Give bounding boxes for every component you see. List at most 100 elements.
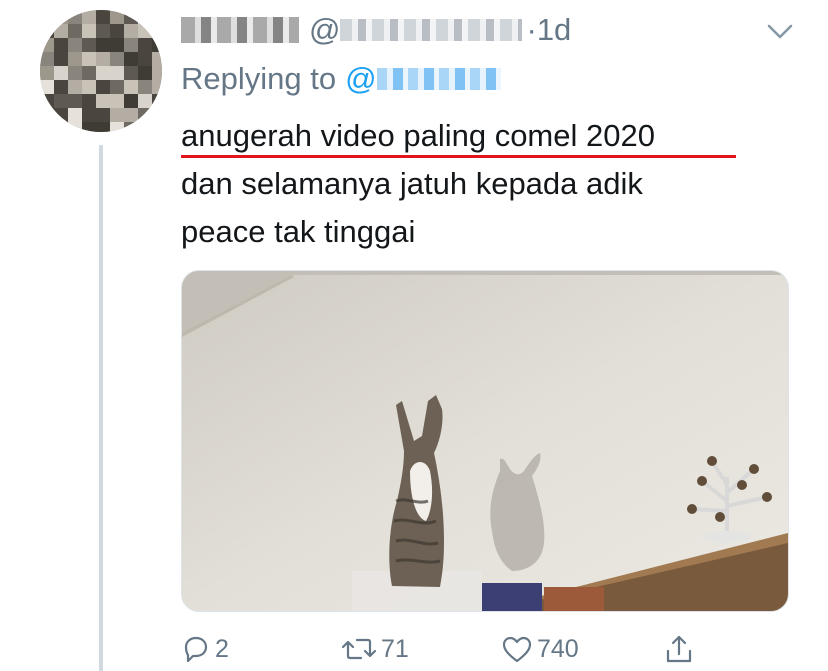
avatar-pixel xyxy=(124,94,138,108)
avatar-pixel xyxy=(110,80,124,94)
avatar-pixel xyxy=(124,80,138,94)
avatar-pixel xyxy=(110,108,124,122)
author-name-redacted[interactable] xyxy=(181,17,299,43)
avatar-pixel xyxy=(68,94,82,108)
avatar-pixel xyxy=(82,52,96,66)
avatar-pixel xyxy=(152,122,162,132)
like-count: 740 xyxy=(537,634,579,663)
avatar-pixel xyxy=(82,38,96,52)
author-handle-prefix: @ xyxy=(309,12,341,47)
avatar-pixel xyxy=(110,38,124,52)
avatar-pixel xyxy=(152,80,162,94)
avatar-pixel xyxy=(54,52,68,66)
avatar-pixel xyxy=(124,108,138,122)
avatar-pixel xyxy=(110,66,124,80)
avatar-pixel xyxy=(124,122,138,132)
retweet-button[interactable]: 71 xyxy=(341,628,409,670)
replying-label: Replying to xyxy=(181,61,337,96)
avatar-pixel xyxy=(138,66,152,80)
avatar-pixel xyxy=(54,108,68,122)
avatar-pixel xyxy=(124,10,138,24)
avatar-pixel xyxy=(152,24,162,38)
tweet-text: anugerah video paling comel 2020 dan sel… xyxy=(181,112,781,256)
avatar-pixel xyxy=(68,108,82,122)
author-handle-redacted[interactable] xyxy=(340,19,523,41)
avatar-pixel xyxy=(68,80,82,94)
avatar-pixel xyxy=(152,10,162,24)
avatar-pixel xyxy=(40,24,54,38)
avatar-pixel xyxy=(82,94,96,108)
avatar-pixel xyxy=(152,38,162,52)
avatar-pixel xyxy=(96,94,110,108)
avatar-pixel xyxy=(68,122,82,132)
avatar-pixel xyxy=(152,94,162,108)
avatar-pixel xyxy=(96,52,110,66)
like-button[interactable]: 740 xyxy=(501,628,579,670)
avatar-pixel xyxy=(54,94,68,108)
avatar-pixel xyxy=(82,66,96,80)
avatar-pixel xyxy=(124,52,138,66)
avatar-pixel xyxy=(54,66,68,80)
tweet[interactable]: @ · 1d Replying to @ anugerah video pali… xyxy=(0,0,828,671)
replying-handle-redacted[interactable] xyxy=(376,68,501,90)
reply-button[interactable]: 2 xyxy=(181,628,229,670)
avatar-pixel xyxy=(96,10,110,24)
avatar-pixel xyxy=(152,66,162,80)
avatar-pixel xyxy=(96,66,110,80)
avatar-pixel xyxy=(138,108,152,122)
retweet-count: 71 xyxy=(381,634,409,663)
avatar-pixel xyxy=(68,38,82,52)
avatar-pixel xyxy=(40,108,54,122)
avatar-pixel xyxy=(54,38,68,52)
thread-connector-line xyxy=(99,145,103,671)
avatar-pixel xyxy=(110,24,124,38)
avatar-pixel xyxy=(110,52,124,66)
avatar-pixel xyxy=(96,122,110,132)
replying-handle-prefix[interactable]: @ xyxy=(345,61,376,97)
avatar-pixel xyxy=(68,10,82,24)
avatar-pixel xyxy=(54,10,68,24)
avatar-pixel xyxy=(54,80,68,94)
avatar[interactable] xyxy=(40,10,162,132)
reply-count: 2 xyxy=(215,634,229,663)
avatar-pixel xyxy=(68,24,82,38)
reply-icon xyxy=(181,634,211,664)
avatar-pixel xyxy=(96,24,110,38)
avatar-pixel xyxy=(96,38,110,52)
avatar-pixel xyxy=(96,108,110,122)
avatar-pixel xyxy=(82,80,96,94)
tweet-header: @ · 1d xyxy=(181,8,571,52)
avatar-pixel xyxy=(40,38,54,52)
avatar-pixel xyxy=(110,10,124,24)
avatar-pixel xyxy=(54,122,68,132)
avatar-pixel xyxy=(82,10,96,24)
avatar-pixel xyxy=(138,52,152,66)
separator-dot: · xyxy=(526,12,537,47)
share-icon xyxy=(664,633,694,665)
avatar-pixel xyxy=(152,108,162,122)
avatar-pixel xyxy=(138,38,152,52)
chevron-down-icon[interactable] xyxy=(765,16,795,46)
avatar-pixel xyxy=(54,24,68,38)
avatar-pixel xyxy=(124,38,138,52)
avatar-pixel xyxy=(138,24,152,38)
avatar-pixel xyxy=(40,94,54,108)
retweet-icon xyxy=(341,634,377,664)
avatar-pixel xyxy=(96,80,110,94)
avatar-pixel xyxy=(138,10,152,24)
tweet-text-line-3: peace tak tinggai xyxy=(181,214,416,249)
avatar-pixel xyxy=(40,66,54,80)
avatar-pixel xyxy=(152,52,162,66)
share-button[interactable] xyxy=(664,628,694,670)
tweet-media-image[interactable] xyxy=(181,270,789,612)
avatar-pixel xyxy=(138,94,152,108)
tweet-text-line-2: dan selamanya jatuh kepada adik xyxy=(181,166,643,201)
tweet-timestamp[interactable]: 1d xyxy=(537,12,571,48)
avatar-pixel xyxy=(68,52,82,66)
avatar-pixel xyxy=(68,66,82,80)
avatar-pixel xyxy=(40,122,54,132)
highlight-underline xyxy=(181,155,736,158)
avatar-pixel xyxy=(124,66,138,80)
avatar-pixel xyxy=(138,80,152,94)
avatar-pixel xyxy=(124,24,138,38)
